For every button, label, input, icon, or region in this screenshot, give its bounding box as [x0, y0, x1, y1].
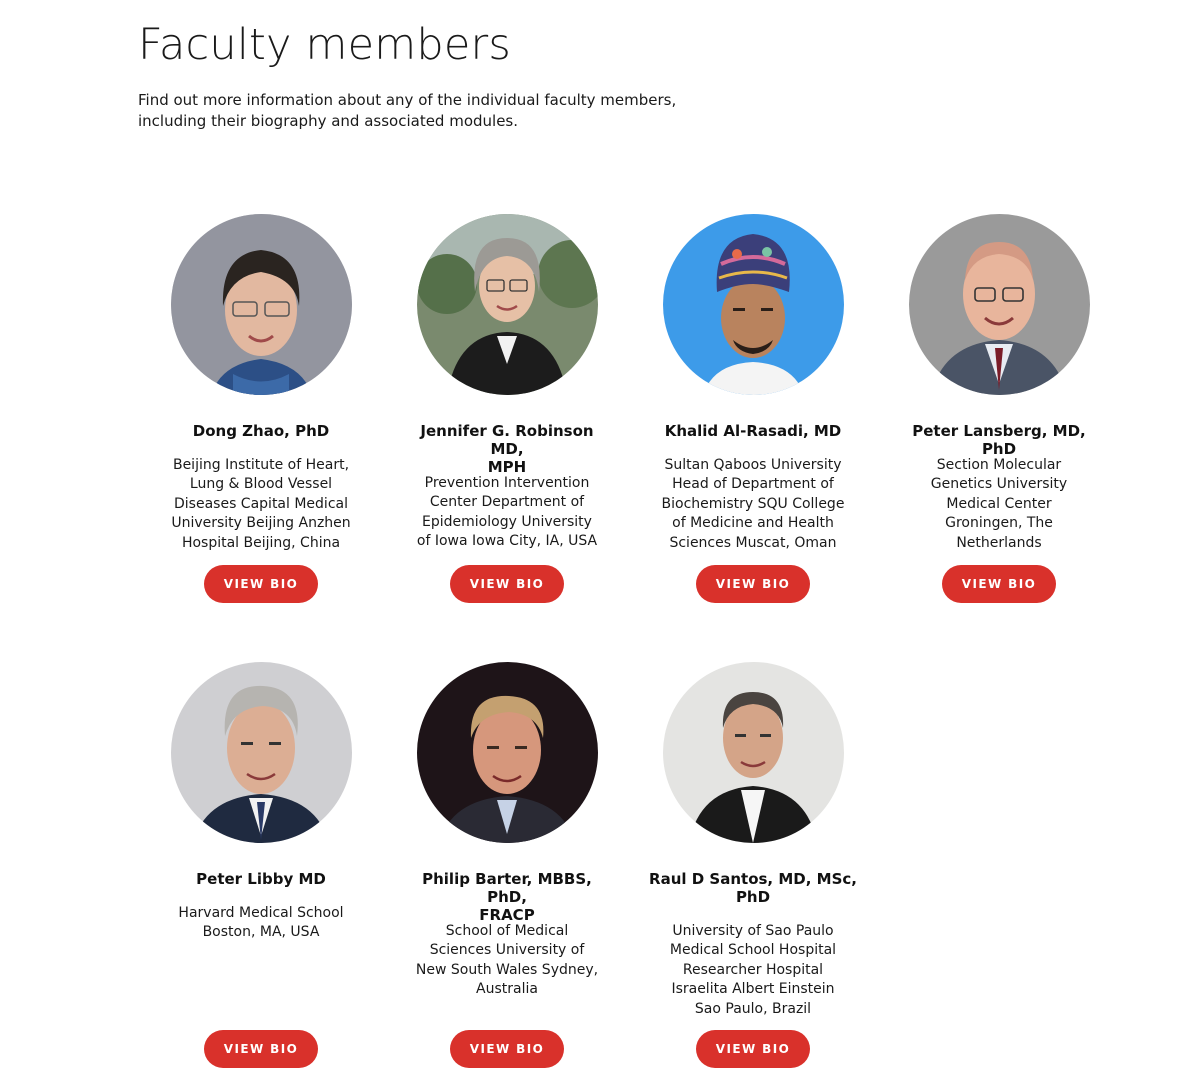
faculty-card: Jennifer G. Robinson MD, MPH Prevention …	[402, 214, 612, 606]
faculty-card: Peter Lansberg, MD, PhD Section Molecula…	[894, 214, 1104, 606]
view-bio-button[interactable]: VIEW BIO	[696, 565, 810, 603]
faculty-affiliation: Harvard Medical School Boston, MA, USA	[166, 904, 356, 943]
intro-line: including their biography and associated…	[138, 112, 519, 130]
affiliation-line: University Beijing Anzhen	[171, 515, 351, 532]
affiliation-line: School of Medical	[445, 923, 569, 939]
name-line: Jennifer G. Robinson MD,	[420, 422, 594, 458]
faculty-card: Philip Barter, MBBS, PhD, FRACP School o…	[402, 662, 612, 1072]
affiliation-line: of Iowa Iowa City, IA, USA	[416, 533, 598, 550]
affiliation-line: Groningen, The	[945, 515, 1053, 532]
affiliation-line: of Medicine and Health	[672, 515, 834, 532]
faculty-affiliation: Section Molecular Genetics University Me…	[904, 456, 1094, 553]
view-bio-button[interactable]: VIEW BIO	[942, 565, 1056, 603]
faculty-affiliation: Beijing Institute of Heart, Lung & Blood…	[166, 456, 356, 553]
affiliation-line: Lung & Blood Vessel	[189, 476, 333, 493]
affiliation-line: Researcher Hospital	[682, 961, 824, 978]
faculty-name: Dong Zhao, PhD	[192, 422, 330, 440]
faculty-affiliation: School of Medical Sciences University of…	[412, 922, 602, 1000]
faculty-photo[interactable]	[416, 662, 598, 843]
faculty-name: Peter Lansberg, MD, PhD	[912, 422, 1086, 458]
faculty-affiliation: Prevention Intervention Center Departmen…	[412, 474, 602, 552]
affiliation-line: University of Sao Paulo	[672, 923, 834, 939]
affiliation-line: Sao Paulo, Brazil	[694, 1000, 812, 1017]
view-bio-button[interactable]: VIEW BIO	[204, 1030, 318, 1068]
affiliation-line: Prevention Intervention	[424, 475, 590, 491]
affiliation-line: Sciences University of	[429, 942, 585, 959]
page-title: Faculty members	[138, 20, 512, 70]
affiliation-line: New South Wales Sydney,	[415, 961, 599, 978]
view-bio-button[interactable]: VIEW BIO	[450, 1030, 564, 1068]
faculty-card: Peter Libby MD Harvard Medical School Bo…	[156, 662, 366, 1072]
affiliation-line: Harvard Medical School	[178, 905, 344, 921]
affiliation-line: Epidemiology University	[422, 513, 592, 530]
intro-text: Find out more information about any of t…	[138, 90, 698, 132]
faculty-card: Raul D Santos, MD, MSc, PhD University o…	[648, 662, 858, 1072]
view-bio-button[interactable]: VIEW BIO	[696, 1030, 810, 1068]
faculty-card: Dong Zhao, PhD Beijing Institute of Hear…	[156, 214, 366, 606]
view-bio-button[interactable]: VIEW BIO	[450, 565, 564, 603]
affiliation-line: Section Molecular	[936, 457, 1062, 473]
affiliation-line: Sultan Qaboos University	[664, 457, 842, 473]
affiliation-line: Sciences Muscat, Oman	[669, 534, 837, 551]
affiliation-line: Genetics University	[930, 476, 1068, 493]
name-line: Philip Barter, MBBS, PhD,	[422, 870, 592, 906]
affiliation-line: Center Department of	[429, 494, 585, 511]
name-line: Raul D Santos, MD, MSc,	[649, 870, 857, 888]
affiliation-line: Diseases Capital Medical	[174, 495, 348, 512]
faculty-affiliation: University of Sao Paulo Medical School H…	[658, 922, 848, 1019]
affiliation-line: Head of Department of	[672, 476, 834, 493]
faculty-photo[interactable]	[662, 214, 844, 395]
affiliation-line: Israelita Albert Einstein	[671, 981, 835, 998]
affiliation-line: Hospital Beijing, China	[181, 534, 341, 551]
faculty-name: Khalid Al-Rasadi, MD	[664, 422, 842, 440]
affiliation-line: Netherlands	[956, 534, 1042, 551]
affiliation-line: Beijing Institute of Heart,	[172, 457, 350, 473]
view-bio-button[interactable]: VIEW BIO	[204, 565, 318, 603]
faculty-photo[interactable]	[416, 214, 598, 395]
faculty-name: Peter Libby MD	[196, 870, 326, 888]
affiliation-line: Boston, MA, USA	[202, 924, 320, 941]
affiliation-line: Australia	[476, 981, 538, 998]
faculty-name: Philip Barter, MBBS, PhD, FRACP	[402, 870, 612, 924]
faculty-photo[interactable]	[908, 214, 1090, 395]
name-line: PhD	[735, 888, 771, 906]
faculty-photo[interactable]	[170, 662, 352, 843]
faculty-name: Jennifer G. Robinson MD, MPH	[402, 422, 612, 476]
faculty-card: Khalid Al-Rasadi, MD Sultan Qaboos Unive…	[648, 214, 858, 606]
faculty-photo[interactable]	[662, 662, 844, 843]
affiliation-line: Biochemistry SQU College	[661, 495, 845, 512]
faculty-page: Faculty members Find out more informatio…	[0, 0, 1200, 1087]
affiliation-line: Medical School Hospital	[669, 942, 837, 959]
faculty-name: Raul D Santos, MD, MSc, PhD	[648, 870, 858, 906]
intro-line: Find out more information about any of t…	[138, 91, 677, 109]
faculty-affiliation: Sultan Qaboos University Head of Departm…	[658, 456, 848, 553]
affiliation-line: Medical Center	[946, 495, 1052, 512]
faculty-photo[interactable]	[170, 214, 352, 395]
